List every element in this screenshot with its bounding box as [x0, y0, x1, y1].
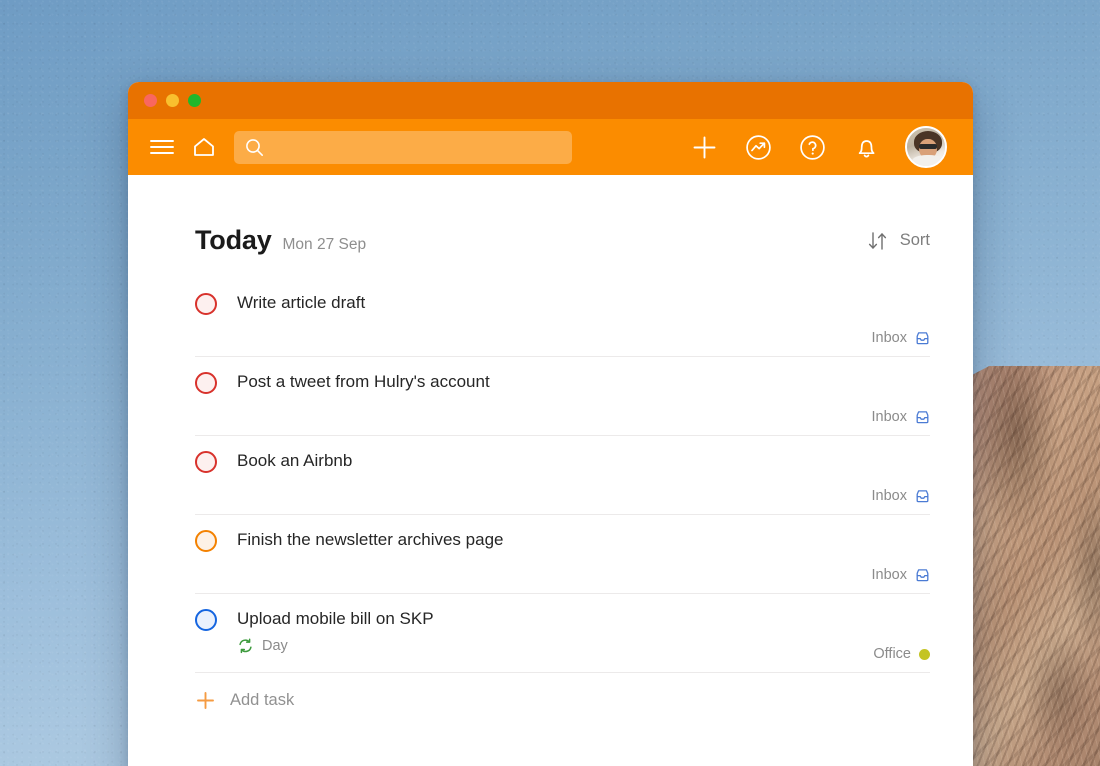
task-title: Post a tweet from Hulry's account	[237, 371, 490, 393]
add-icon[interactable]	[689, 132, 719, 162]
home-icon[interactable]	[188, 131, 220, 163]
toolbar-actions	[689, 126, 973, 168]
inbox-icon	[915, 410, 930, 425]
task-list-badge[interactable]: Inbox	[872, 488, 930, 504]
sort-label: Sort	[900, 231, 930, 250]
task-title: Book an Airbnb	[237, 450, 352, 472]
notifications-bell-icon[interactable]	[851, 132, 881, 162]
task-list-badge[interactable]: Inbox	[872, 409, 930, 425]
inbox-icon	[915, 489, 930, 504]
task-checkbox[interactable]	[195, 293, 217, 315]
progress-chart-icon[interactable]	[743, 132, 773, 162]
task-checkbox[interactable]	[195, 451, 217, 473]
maximize-window-button[interactable]	[188, 94, 201, 107]
repeat-label: Day	[262, 638, 288, 654]
task-list-name: Inbox	[872, 567, 907, 583]
inbox-icon	[915, 331, 930, 346]
task-checkbox[interactable]	[195, 530, 217, 552]
mountain-texture	[960, 366, 1100, 766]
page-title: Today	[195, 225, 272, 256]
hamburger-menu-icon[interactable]	[146, 131, 178, 163]
search-bar[interactable]	[234, 131, 572, 164]
task-checkbox[interactable]	[195, 372, 217, 394]
table-row[interactable]: Upload mobile bill on SKP	[195, 594, 930, 673]
add-task-button[interactable]: Add task	[195, 673, 930, 711]
task-list: Write article draft Inbox	[195, 278, 930, 711]
mountain-wallpaper	[960, 366, 1100, 766]
list-color-dot	[919, 649, 930, 660]
task-title: Finish the newsletter archives page	[237, 529, 503, 551]
window-titlebar	[128, 82, 973, 119]
app-toolbar	[128, 119, 973, 175]
task-list-badge[interactable]: Office	[873, 646, 930, 662]
page-date: Mon 27 Sep	[283, 236, 367, 254]
user-avatar[interactable]	[905, 126, 947, 168]
table-row[interactable]: Post a tweet from Hulry's account Inbox	[195, 357, 930, 436]
minimize-window-button[interactable]	[166, 94, 179, 107]
repeat-icon	[237, 638, 254, 654]
inbox-icon	[915, 568, 930, 583]
sort-button[interactable]: Sort	[867, 231, 930, 251]
task-list-badge[interactable]: Inbox	[872, 330, 930, 346]
sort-arrows-icon	[867, 231, 893, 251]
page-header: Today Mon 27 Sep Sort	[195, 175, 930, 260]
help-icon[interactable]	[797, 132, 827, 162]
desktop-background: Today Mon 27 Sep Sort	[0, 0, 1100, 766]
table-row[interactable]: Write article draft Inbox	[195, 278, 930, 357]
task-title: Upload mobile bill on SKP	[237, 608, 434, 630]
app-window: Today Mon 27 Sep Sort	[128, 82, 973, 766]
task-list-name: Inbox	[872, 409, 907, 425]
task-list-name: Inbox	[872, 330, 907, 346]
mountain-slope	[960, 366, 1100, 766]
search-input[interactable]	[273, 139, 543, 155]
close-window-button[interactable]	[144, 94, 157, 107]
task-title: Write article draft	[237, 292, 365, 314]
task-checkbox[interactable]	[195, 609, 217, 631]
plus-icon	[195, 690, 216, 711]
main-content: Today Mon 27 Sep Sort	[128, 175, 973, 766]
search-icon	[245, 138, 264, 157]
table-row[interactable]: Book an Airbnb Inbox	[195, 436, 930, 515]
task-list-badge[interactable]: Inbox	[872, 567, 930, 583]
task-list-name: Inbox	[872, 488, 907, 504]
task-list-name: Office	[873, 646, 911, 662]
task-repeat: Day	[237, 638, 930, 654]
add-task-label: Add task	[230, 691, 294, 710]
table-row[interactable]: Finish the newsletter archives page Inbo…	[195, 515, 930, 594]
